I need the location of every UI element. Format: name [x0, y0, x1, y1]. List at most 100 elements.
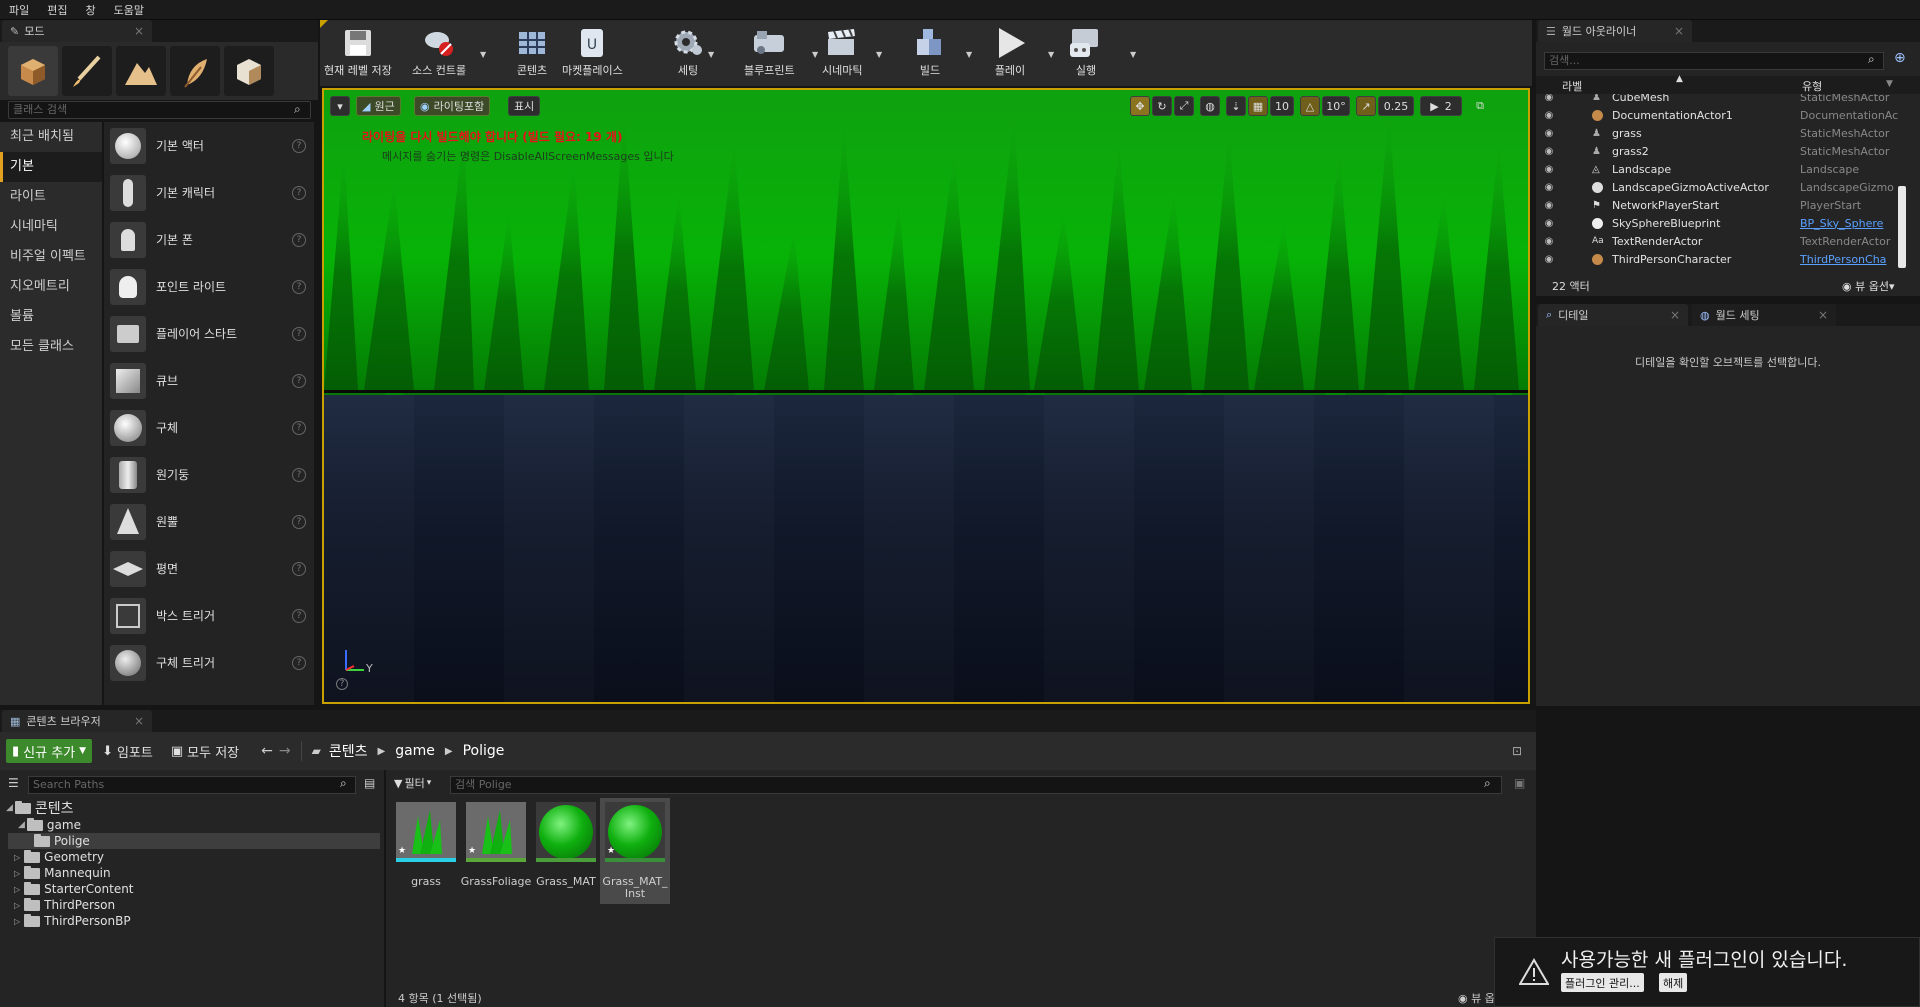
help-icon[interactable]: ?	[292, 279, 306, 294]
perspective-button[interactable]: ◢ 원근	[356, 96, 401, 116]
tree-starter-content[interactable]: ▷ StarterContent	[14, 881, 134, 897]
visibility-eye-icon[interactable]: ◉	[1536, 94, 1562, 103]
cinematic-button[interactable]: 시네마틱 ▼	[822, 24, 882, 78]
tab-details[interactable]: ⌕ 디테일 ×	[1538, 304, 1688, 326]
menu-edit[interactable]: 편집	[38, 2, 76, 18]
launch-button[interactable]: 실행 ▼	[1068, 24, 1136, 78]
chevron-down-icon[interactable]: ▼	[1130, 50, 1136, 59]
chevron-down-icon[interactable]: ▼	[812, 50, 818, 59]
save-level-button[interactable]: 현재 레벨 저장	[324, 24, 392, 78]
help-icon[interactable]: ?	[292, 420, 306, 435]
close-icon[interactable]: ×	[134, 24, 144, 38]
search-assets-input[interactable]: 검색 Polige	[450, 776, 1502, 794]
tab-world-outliner[interactable]: ☰ 월드 아웃라이너 ×	[1538, 20, 1692, 42]
category-all-classes[interactable]: 모든 클래스	[0, 332, 102, 362]
placeable-item[interactable]: 구체 트리거?	[104, 639, 314, 686]
help-icon[interactable]: ?	[292, 138, 306, 153]
placeable-item[interactable]: 평면?	[104, 545, 314, 592]
chevron-down-icon[interactable]: ▼	[1886, 79, 1893, 89]
tree-third-person-bp[interactable]: ▷ ThirdPersonBP	[14, 913, 131, 929]
lock-icon[interactable]: ⊡	[1512, 744, 1522, 758]
tab-modes[interactable]: ✎ 모드 ×	[2, 20, 152, 42]
category-recent[interactable]: 최근 배치됨	[0, 122, 102, 152]
content-button[interactable]: 콘텐츠	[514, 24, 550, 78]
close-icon[interactable]: ×	[134, 714, 144, 728]
level-viewport[interactable]: ▾ ◢ 원근 ◉ 라이팅포함 표시 ✥ ↻ ⤢ ◍ ⇣ ▦ 10 △ 10° ↗ 0…	[322, 88, 1530, 704]
category-geometry[interactable]: 지오메트리	[0, 272, 102, 302]
outliner-row[interactable]: ◉ ♟ grass StaticMeshActor	[1536, 124, 1910, 142]
outliner-row[interactable]: ◉ ◬ Landscape Landscape	[1536, 160, 1910, 178]
visibility-eye-icon[interactable]: ◉	[1536, 254, 1562, 265]
chevron-down-icon[interactable]: ▼	[1048, 50, 1054, 59]
visibility-eye-icon[interactable]: ◉	[1536, 218, 1562, 229]
help-icon[interactable]: ?	[292, 514, 306, 529]
help-icon[interactable]: ?	[292, 467, 306, 482]
place-mode-button[interactable]	[8, 46, 58, 96]
tree-game[interactable]: ◢ game	[18, 817, 81, 833]
blueprint-button[interactable]: 블루프린트 ▼	[744, 24, 818, 78]
paint-mode-button[interactable]	[62, 46, 112, 96]
visibility-eye-icon[interactable]: ◉	[1536, 110, 1562, 121]
show-button[interactable]: 표시	[508, 96, 541, 116]
foliage-mode-button[interactable]	[170, 46, 220, 96]
close-icon[interactable]: ×	[1818, 308, 1828, 322]
asset-tile[interactable]: ★ grass	[394, 802, 458, 888]
row-type-link[interactable]: ThirdPersonCha	[1800, 253, 1886, 266]
placeable-item[interactable]: 원기둥?	[104, 451, 314, 498]
outliner-row[interactable]: ◉ ThirdPersonCharacter ThirdPersonCha	[1536, 250, 1910, 268]
close-icon[interactable]: ×	[1674, 24, 1684, 38]
settings-button[interactable]: 세팅 ▼	[670, 24, 714, 78]
translate-icon[interactable]: ✥	[1130, 96, 1150, 116]
menu-help[interactable]: 도움말	[105, 2, 153, 18]
asset-tile[interactable]: Grass_MAT	[534, 802, 598, 888]
chevron-down-icon[interactable]: ▼	[708, 50, 714, 59]
col-label-header[interactable]: 라벨	[1562, 78, 1582, 94]
geometry-mode-button[interactable]	[224, 46, 274, 96]
outliner-search-input[interactable]: 검색...	[1544, 52, 1884, 70]
scale-snap-icon[interactable]: ↗	[1356, 96, 1376, 116]
col-type-header[interactable]: 유형	[1802, 78, 1822, 94]
chevron-down-icon[interactable]: ▼	[480, 50, 486, 59]
landscape-mode-button[interactable]	[116, 46, 166, 96]
source-control-button[interactable]: 소스 컨트롤 ▼	[412, 24, 486, 78]
asset-tile-selected[interactable]: ★ Grass_MAT_ Inst	[600, 798, 670, 904]
lit-mode-button[interactable]: ◉ 라이팅포함	[414, 96, 491, 116]
placeable-item[interactable]: 기본 폰?	[104, 216, 314, 263]
visibility-eye-icon[interactable]: ◉	[1536, 236, 1562, 247]
surface-snap-icon[interactable]: ⇣	[1226, 96, 1246, 116]
tree-polige[interactable]: Polige	[8, 833, 380, 849]
help-icon[interactable]: ?	[292, 655, 306, 670]
category-visual-effects[interactable]: 비주얼 이펙트	[0, 242, 102, 272]
category-basic[interactable]: 기본	[0, 152, 102, 182]
world-space-icon[interactable]: ◍	[1200, 96, 1220, 116]
placeable-item[interactable]: 큐브?	[104, 357, 314, 404]
tree-third-person[interactable]: ▷ ThirdPerson	[14, 897, 115, 913]
help-icon[interactable]: ?	[292, 232, 306, 247]
tab-content-browser[interactable]: ▦ 콘텐츠 브라우저 ×	[2, 710, 152, 732]
tree-root[interactable]: ◢ 콘텐츠	[6, 800, 74, 817]
category-cinematic[interactable]: 시네마틱	[0, 212, 102, 242]
outliner-row[interactable]: ◉ Aa TextRenderActor TextRenderActor	[1536, 232, 1910, 250]
placeable-item[interactable]: 구체?	[104, 404, 314, 451]
back-arrow-icon[interactable]: ←	[261, 743, 273, 759]
collapse-sources-icon[interactable]: ☰	[8, 776, 19, 790]
tab-world-settings[interactable]: ◍ 월드 세팅 ×	[1692, 304, 1836, 326]
visibility-eye-icon[interactable]: ◉	[1536, 128, 1562, 139]
class-search-input[interactable]: 클래스 검색	[8, 101, 311, 119]
breadcrumb-content[interactable]: 콘텐츠	[329, 741, 368, 761]
visibility-eye-icon[interactable]: ◉	[1536, 200, 1562, 211]
dismiss-button[interactable]: 해제	[1659, 973, 1688, 992]
viewport-options-button[interactable]: ▾	[330, 96, 350, 116]
breadcrumb-arrow-icon[interactable]: ▶	[377, 746, 385, 757]
visibility-eye-icon[interactable]: ◉	[1536, 164, 1562, 175]
menu-file[interactable]: 파일	[0, 2, 38, 18]
tree-geometry[interactable]: ▷ Geometry	[14, 849, 104, 865]
filter-button[interactable]: ▼ 필터 ▾	[394, 775, 431, 791]
tree-mannequin[interactable]: ▷ Mannequin	[14, 865, 111, 881]
category-lights[interactable]: 라이트	[0, 182, 102, 212]
build-button[interactable]: 빌드 ▼	[912, 24, 972, 78]
outliner-view-options-button[interactable]: ◉ 뷰 옵션▾	[1842, 278, 1895, 294]
import-button[interactable]: ⬇ 임포트	[102, 742, 153, 761]
grid-snap-icon[interactable]: ▦	[1248, 96, 1268, 116]
row-type-link[interactable]: BP_Sky_Sphere	[1800, 217, 1883, 230]
